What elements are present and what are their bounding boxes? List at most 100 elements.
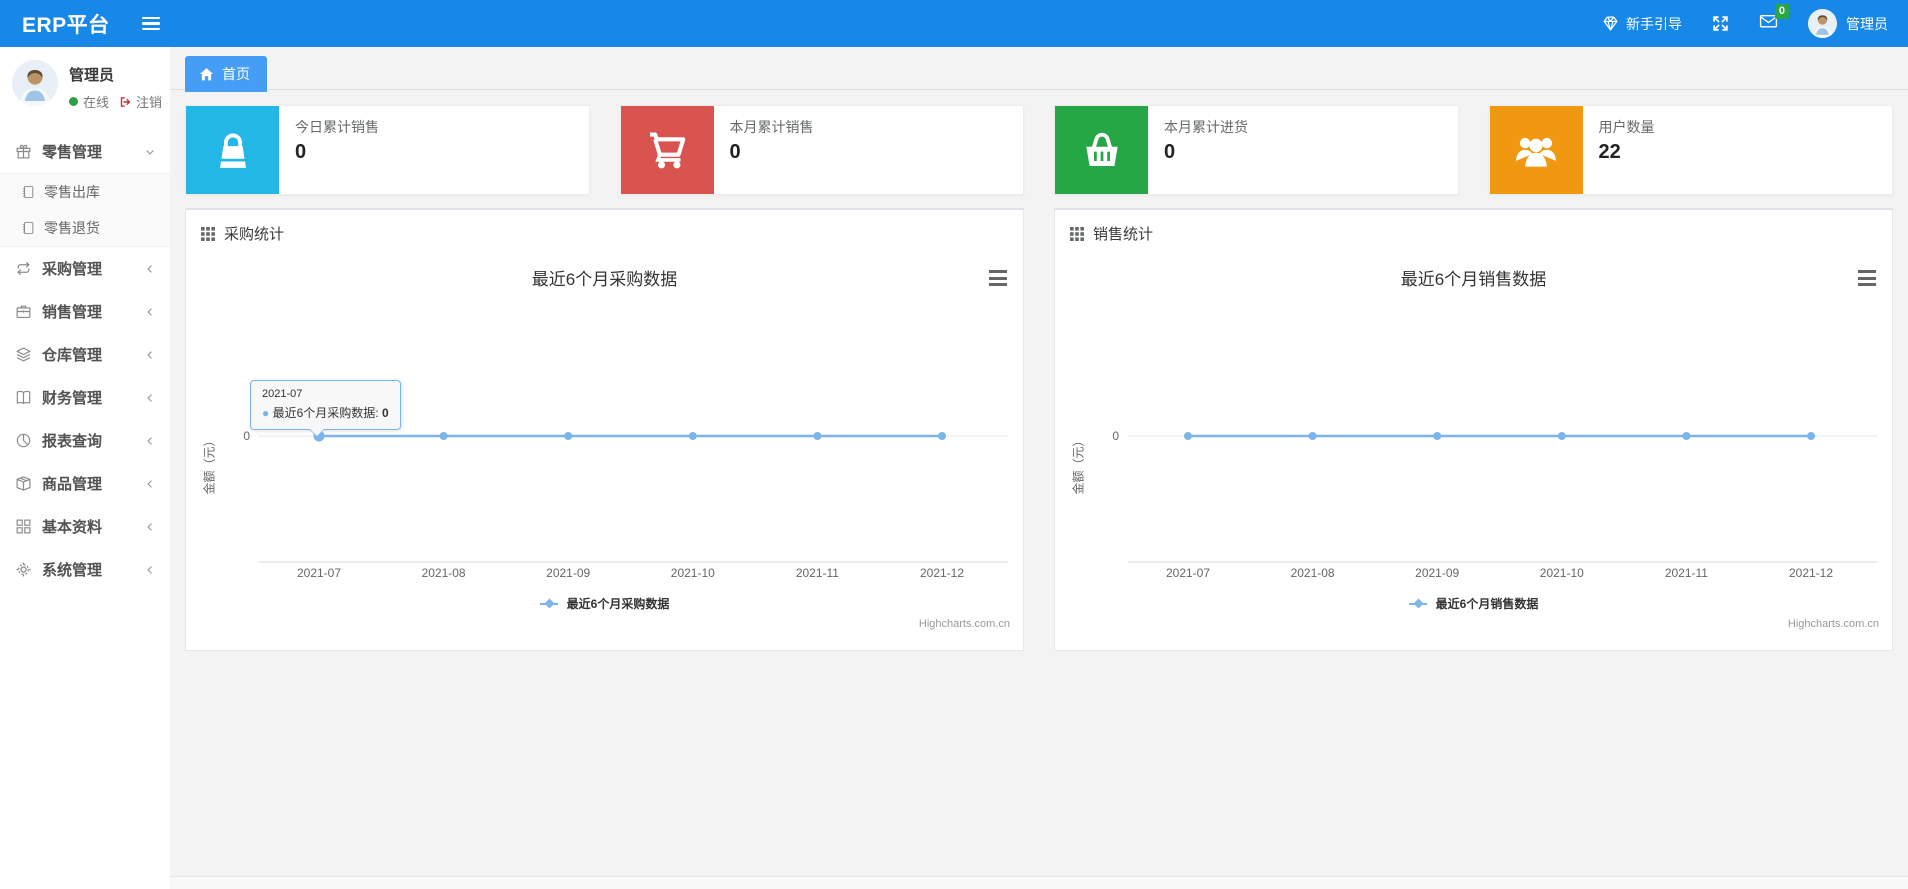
sidebar-toggle-button[interactable]: [141, 16, 160, 31]
stat-card-month-sales[interactable]: 本月累计销售 0: [619, 105, 1024, 195]
data-point-marker[interactable]: [439, 432, 448, 440]
legend-marker-icon: [539, 598, 558, 609]
shopping-bag-icon: [186, 106, 279, 194]
journal-icon: [22, 222, 34, 234]
data-point-marker[interactable]: [1682, 432, 1691, 440]
tab-home[interactable]: 首页: [185, 56, 267, 92]
panel-header: 销售统计: [1055, 210, 1892, 252]
sidebar-item-purchase[interactable]: 采购管理: [0, 247, 170, 290]
sidebar-item-retail[interactable]: 零售管理: [0, 130, 170, 173]
tooltip-series-row: ● 最近6个月采购数据: 0: [262, 406, 389, 420]
sidebar-item-system[interactable]: 系统管理: [0, 548, 170, 591]
chevron-left-icon: [144, 564, 156, 576]
data-point-marker[interactable]: [1184, 432, 1192, 440]
stat-value: 0: [729, 141, 741, 163]
fullscreen-icon[interactable]: [1712, 15, 1729, 32]
grid-icon: [16, 519, 31, 534]
highcharts-credits-link[interactable]: Highcharts.com.cn: [919, 618, 1010, 630]
chevron-left-icon: [144, 349, 156, 361]
sidebar-item-goods[interactable]: 商品管理: [0, 462, 170, 505]
logout-button[interactable]: 注销: [118, 92, 162, 111]
x-axis-label: 2021-12: [1788, 566, 1834, 580]
legend-label: 最近6个月销售数据: [1435, 597, 1539, 611]
line-chart-plot: [1128, 432, 1877, 563]
sidebar-item-warehouse[interactable]: 仓库管理: [0, 333, 170, 376]
grid-3x3-icon: [1070, 226, 1084, 241]
briefcase-icon: [16, 305, 31, 319]
stat-card-month-purchase[interactable]: 本月累计进货 0: [1054, 105, 1459, 195]
sidebar-item-retail-outbound[interactable]: 零售出库: [0, 174, 170, 210]
home-icon: [199, 67, 214, 80]
pie-chart-icon: [16, 433, 31, 448]
data-point-marker[interactable]: [1433, 432, 1442, 440]
gem-icon: [1602, 15, 1619, 32]
data-point-marker[interactable]: [1557, 432, 1566, 440]
stat-title: 今日累计销售: [295, 119, 379, 135]
online-status-label: 在线: [83, 95, 110, 110]
stat-value: 0: [1164, 141, 1176, 163]
online-status-dot: [69, 97, 78, 106]
user-menu[interactable]: 管理员: [1808, 9, 1888, 38]
sidebar-item-reports[interactable]: 报表查询: [0, 419, 170, 462]
main-content: 首页 今日累计销售 0 本月累计销售 0 本月累计进货 0 用户数量 22 采购…: [170, 47, 1908, 889]
data-point-marker[interactable]: [813, 432, 822, 440]
gear-icon: [16, 562, 31, 577]
stat-card-today-sales[interactable]: 今日累计销售 0: [185, 105, 590, 195]
data-point-marker[interactable]: [938, 432, 946, 440]
legend[interactable]: 最近6个月采购数据: [186, 595, 1023, 612]
sales-stats-panel: 销售统计 最近6个月销售数据 金额（元） 0 2021-07 2021-08 2021-0…: [1054, 208, 1893, 651]
username-label: 管理员: [1846, 15, 1888, 32]
chevron-left-icon: [144, 306, 156, 318]
sidebar-item-finance[interactable]: 财务管理: [0, 376, 170, 419]
beginner-guide-button[interactable]: 新手引导: [1602, 14, 1682, 34]
x-axis-label: 2021-10: [670, 566, 715, 580]
x-axis-label: 2021-11: [795, 566, 839, 580]
chevron-left-icon: [144, 263, 156, 275]
sidebar-username: 管理员: [69, 67, 115, 84]
sidebar: 管理员 在线 注销 零售管理 零售出库 零售退货 采购管理 销售管理 仓库管理 …: [0, 47, 170, 889]
shopping-basket-icon: [1055, 106, 1148, 194]
sidebar-item-label: 商品管理: [42, 476, 103, 493]
data-point-marker[interactable]: [688, 432, 697, 440]
box-icon: [16, 476, 31, 491]
sidebar-item-label: 采购管理: [42, 261, 103, 278]
stat-value: 22: [1598, 141, 1621, 163]
sidebar-submenu-retail: 零售出库 零售退货: [0, 173, 170, 247]
chevron-left-icon: [144, 435, 156, 447]
sidebar-item-label: 仓库管理: [42, 347, 103, 364]
stat-card-user-count[interactable]: 用户数量 22: [1488, 105, 1893, 195]
data-point-marker[interactable]: [564, 432, 573, 440]
sidebar-item-retail-return[interactable]: 零售退货: [0, 210, 170, 246]
page-footer: [170, 876, 1908, 889]
panel-header: 采购统计: [186, 210, 1023, 252]
sidebar-item-label: 财务管理: [42, 390, 103, 407]
book-icon: [16, 390, 31, 405]
x-axis-label: 2021-08: [421, 566, 466, 580]
x-axis-label: 2021-10: [1539, 566, 1584, 580]
chevron-left-icon: [144, 478, 156, 490]
x-axis-label: 2021-09: [1415, 566, 1460, 580]
line-chart-plot: [259, 430, 1008, 563]
x-axis-label: 2021-11: [1664, 566, 1708, 580]
highcharts-credits-link[interactable]: Highcharts.com.cn: [1788, 618, 1879, 630]
sidebar-item-basic-data[interactable]: 基本资料: [0, 505, 170, 548]
panel-title: 采购统计: [224, 226, 285, 243]
sidebar-item-sales[interactable]: 销售管理: [0, 290, 170, 333]
messages-button[interactable]: 0: [1759, 4, 1789, 34]
sidebar-item-label: 系统管理: [42, 562, 103, 579]
logout-icon: [120, 96, 131, 107]
chevron-down-icon: [144, 146, 156, 158]
sidebar-item-label: 基本资料: [42, 519, 103, 536]
legend[interactable]: 最近6个月销售数据: [1055, 595, 1892, 612]
tooltip-value: 0: [381, 406, 389, 420]
logout-label: 注销: [136, 95, 163, 110]
x-axis-label: 2021-07: [1165, 566, 1211, 580]
layers-icon: [16, 347, 31, 362]
data-point-marker[interactable]: [1308, 432, 1317, 440]
data-point-marker[interactable]: [1807, 432, 1815, 440]
stat-cards-row: 今日累计销售 0 本月累计销售 0 本月累计进货 0 用户数量 22: [170, 90, 1908, 195]
stat-value: 0: [295, 141, 307, 163]
messages-count-badge: 0: [1774, 4, 1789, 19]
users-icon: [1489, 106, 1583, 194]
app-logo: ERP平台: [22, 13, 110, 37]
